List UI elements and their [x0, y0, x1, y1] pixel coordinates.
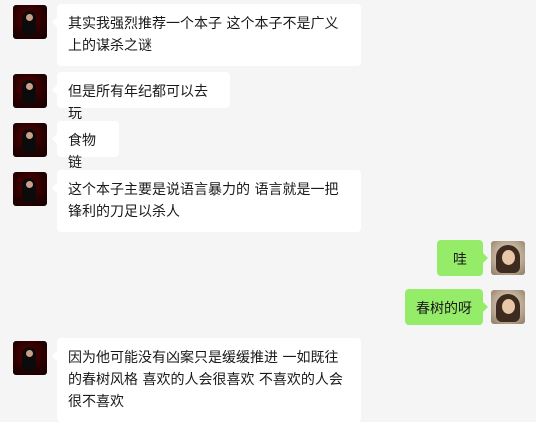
contact-avatar[interactable] — [13, 341, 47, 375]
message-bubble[interactable]: 食物链 — [52, 121, 119, 171]
contact-avatar[interactable] — [13, 123, 47, 157]
self-avatar[interactable] — [491, 241, 525, 275]
message-bubble-outgoing[interactable]: 哇 — [437, 240, 488, 276]
contact-avatar[interactable] — [13, 74, 47, 108]
message-bubble[interactable]: 其实我强烈推荐一个本子 这个本子不是广义上的谋杀之谜 — [52, 4, 361, 66]
message-bubble[interactable]: 但是所有年纪都可以去玩 — [52, 72, 230, 122]
message-bubble[interactable]: 这个本子主要是说语言暴力的 语言就是一把锋利的刀足以杀人 — [52, 170, 361, 232]
message-bubble-outgoing[interactable]: 春树的呀 — [405, 289, 488, 325]
self-avatar[interactable] — [491, 290, 525, 324]
message-bubble[interactable]: 因为他可能没有凶案只是缓缓推进 一如既往的春树风格 喜欢的人会很喜欢 不喜欢的人… — [52, 338, 361, 422]
contact-avatar[interactable] — [13, 5, 47, 39]
contact-avatar[interactable] — [13, 172, 47, 206]
